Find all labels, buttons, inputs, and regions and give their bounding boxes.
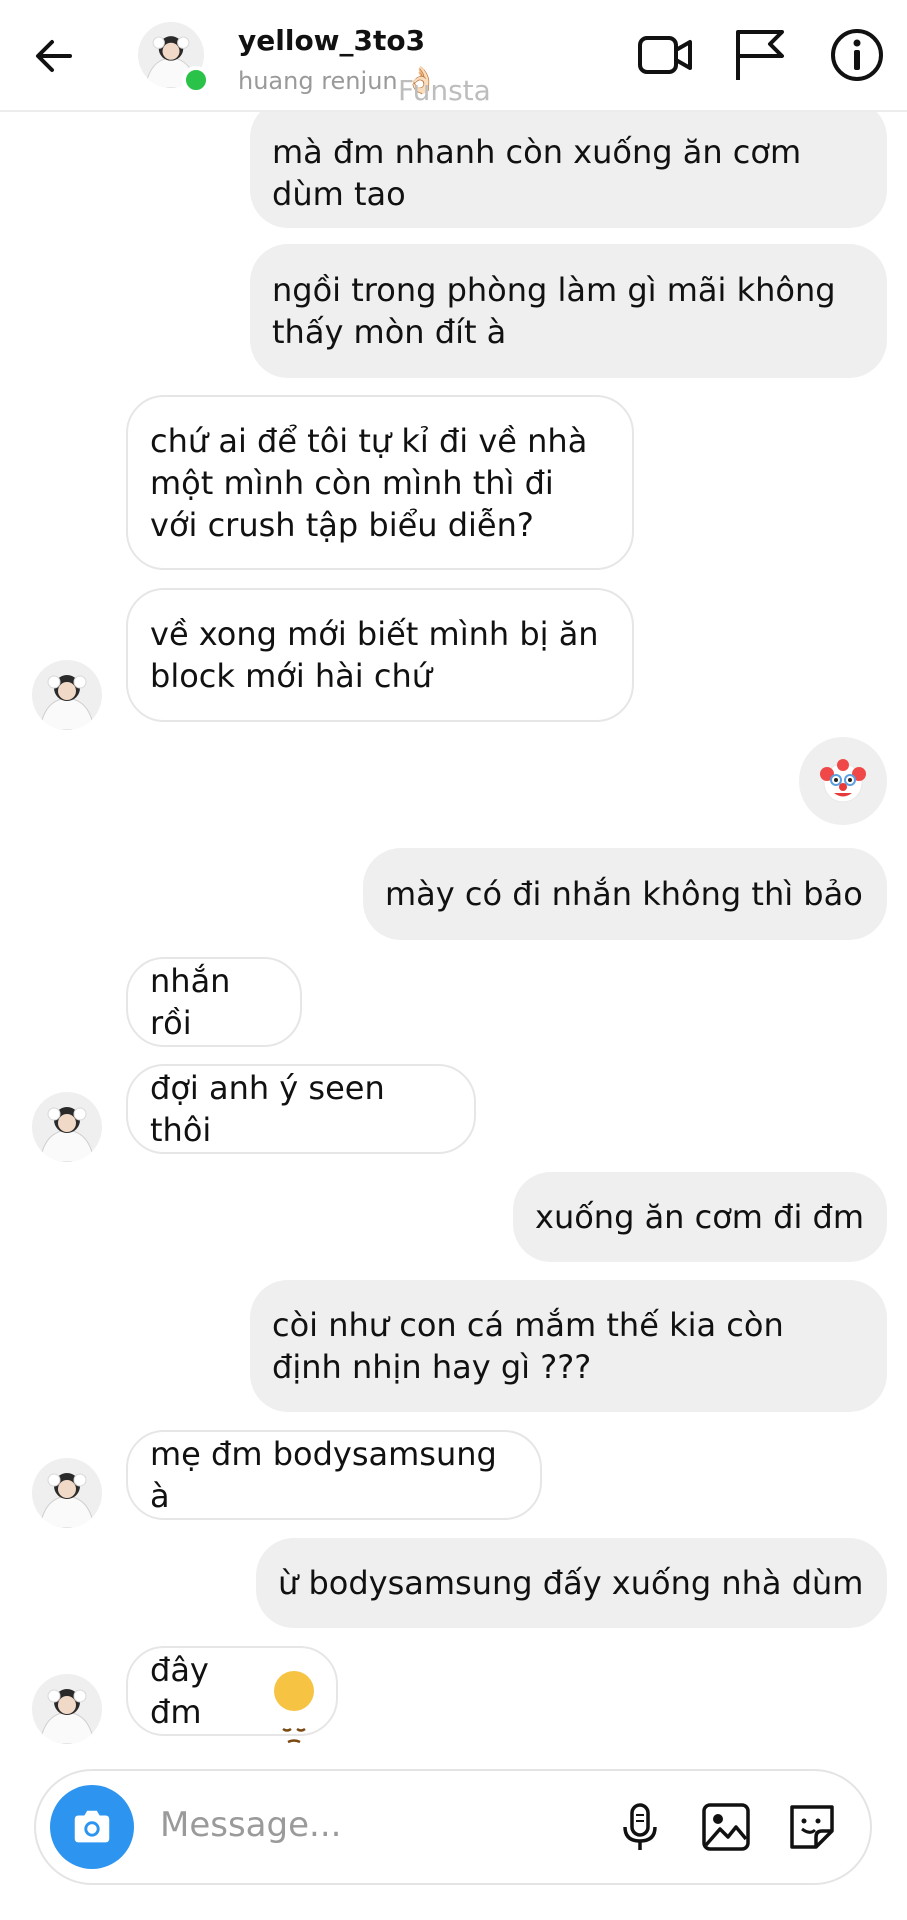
message-bubble-incoming[interactable]: về xong mới biết mình bị ăn block mới hà… <box>126 588 634 722</box>
message-bubble-outgoing[interactable]: còi như con cá mắm thế kia còn định nhịn… <box>250 1280 887 1412</box>
watermark: Funsta <box>398 74 491 107</box>
message-bubble-outgoing[interactable]: ừ bodysamsung đấy xuống nhà dùm <box>256 1538 887 1628</box>
message-bubble-incoming[interactable]: chứ ai để tôi tự kỉ đi về nhà một mình c… <box>126 395 634 570</box>
message-bubble-outgoing[interactable]: mà đm nhanh còn xuống ăn cơm dùm tao <box>250 100 887 228</box>
sender-avatar[interactable] <box>32 1458 102 1528</box>
real-name-text: huang renjun <box>238 67 398 95</box>
sender-avatar[interactable] <box>32 1092 102 1162</box>
message-bubble-incoming[interactable]: nhắn rồi <box>126 957 302 1047</box>
message-text: đây đm <box>150 1651 209 1731</box>
back-arrow-icon[interactable] <box>30 32 78 80</box>
message-input[interactable]: Message... <box>160 1805 341 1845</box>
pensive-face-emoji <box>274 1671 314 1744</box>
gallery-icon[interactable] <box>696 1797 756 1857</box>
message-bubble-incoming[interactable]: mẹ đm bodysamsung à <box>126 1430 542 1520</box>
message-bubble-outgoing[interactable]: ngồi trong phòng làm gì mãi không thấy m… <box>250 244 887 378</box>
clown-face-emoji <box>820 759 866 803</box>
sender-avatar[interactable] <box>32 660 102 730</box>
online-status-dot <box>182 66 210 94</box>
message-composer: Message... <box>34 1769 872 1885</box>
message-bubble-incoming[interactable]: đây đm <box>126 1646 338 1744</box>
camera-button[interactable] <box>50 1785 134 1869</box>
video-call-icon[interactable] <box>636 26 694 84</box>
sender-avatar[interactable] <box>32 1674 102 1744</box>
message-bubble-incoming[interactable]: đợi anh ý seen thôi <box>126 1064 476 1154</box>
info-icon[interactable] <box>828 26 886 84</box>
emoji-message-bubble[interactable] <box>799 737 887 825</box>
sticker-icon[interactable] <box>782 1797 842 1857</box>
message-bubble-outgoing[interactable]: mày có đi nhắn không thì bảo <box>363 848 887 940</box>
chat-username[interactable]: yellow_3to3 <box>238 24 425 57</box>
camera-icon <box>74 1810 110 1843</box>
chat-header: yellow_3to3 huang renjun 👌🏻 Funsta <box>0 0 907 112</box>
flag-icon[interactable] <box>730 26 788 84</box>
message-bubble-outgoing[interactable]: xuống ăn cơm đi đm <box>513 1172 887 1262</box>
microphone-icon[interactable] <box>610 1797 670 1857</box>
